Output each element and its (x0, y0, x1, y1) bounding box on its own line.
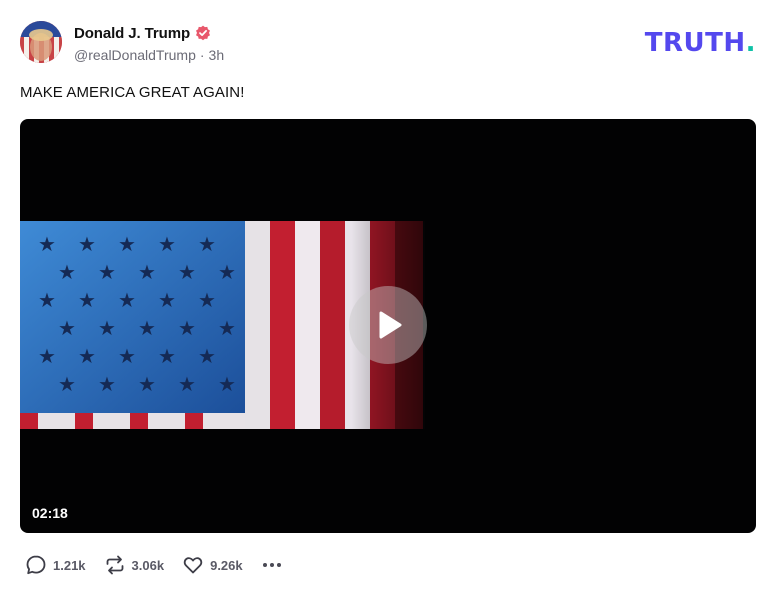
retruth-button[interactable]: 3.06k (104, 554, 165, 576)
post-text: MAKE AMERICA GREAT AGAIN! (20, 84, 245, 101)
post-timestamp[interactable]: 3h (209, 47, 225, 63)
truth-post: Donald J. Trump @realDonaldTrump · 3h TR… (0, 0, 777, 596)
verified-badge-icon (195, 25, 211, 41)
dot (269, 563, 274, 567)
author-block: Donald J. Trump @realDonaldTrump · 3h (74, 23, 225, 64)
dot (262, 563, 267, 567)
more-options-icon[interactable] (261, 559, 283, 571)
post-actions: 1.21k 3.06k 9.26k (25, 554, 283, 576)
reply-button[interactable]: 1.21k (25, 554, 86, 576)
heart-icon (183, 557, 203, 574)
brand-dot: . (745, 28, 756, 58)
like-count: 9.26k (210, 557, 243, 573)
meta-separator: · (199, 47, 205, 63)
video-player[interactable]: ★★★★★ ★★★★★ ★★★★★ ★★★★★ ★★★★★ ★★★★★ 02:1… (20, 119, 756, 533)
author-handle[interactable]: @realDonaldTrump (74, 47, 196, 63)
author-name[interactable]: Donald J. Trump (74, 25, 190, 42)
brand-text: TRUTH (644, 28, 746, 58)
dot (276, 563, 281, 567)
reply-icon (26, 555, 46, 575)
like-button[interactable]: 9.26k (182, 554, 243, 576)
video-duration: 02:18 (32, 505, 68, 521)
play-icon (379, 311, 402, 339)
author-avatar[interactable] (20, 21, 62, 63)
reply-count: 1.21k (53, 557, 86, 573)
truth-logo: TRUTH. (645, 28, 756, 58)
play-button[interactable] (349, 286, 427, 364)
retruth-count: 3.06k (131, 557, 165, 573)
retruth-icon (106, 555, 123, 575)
